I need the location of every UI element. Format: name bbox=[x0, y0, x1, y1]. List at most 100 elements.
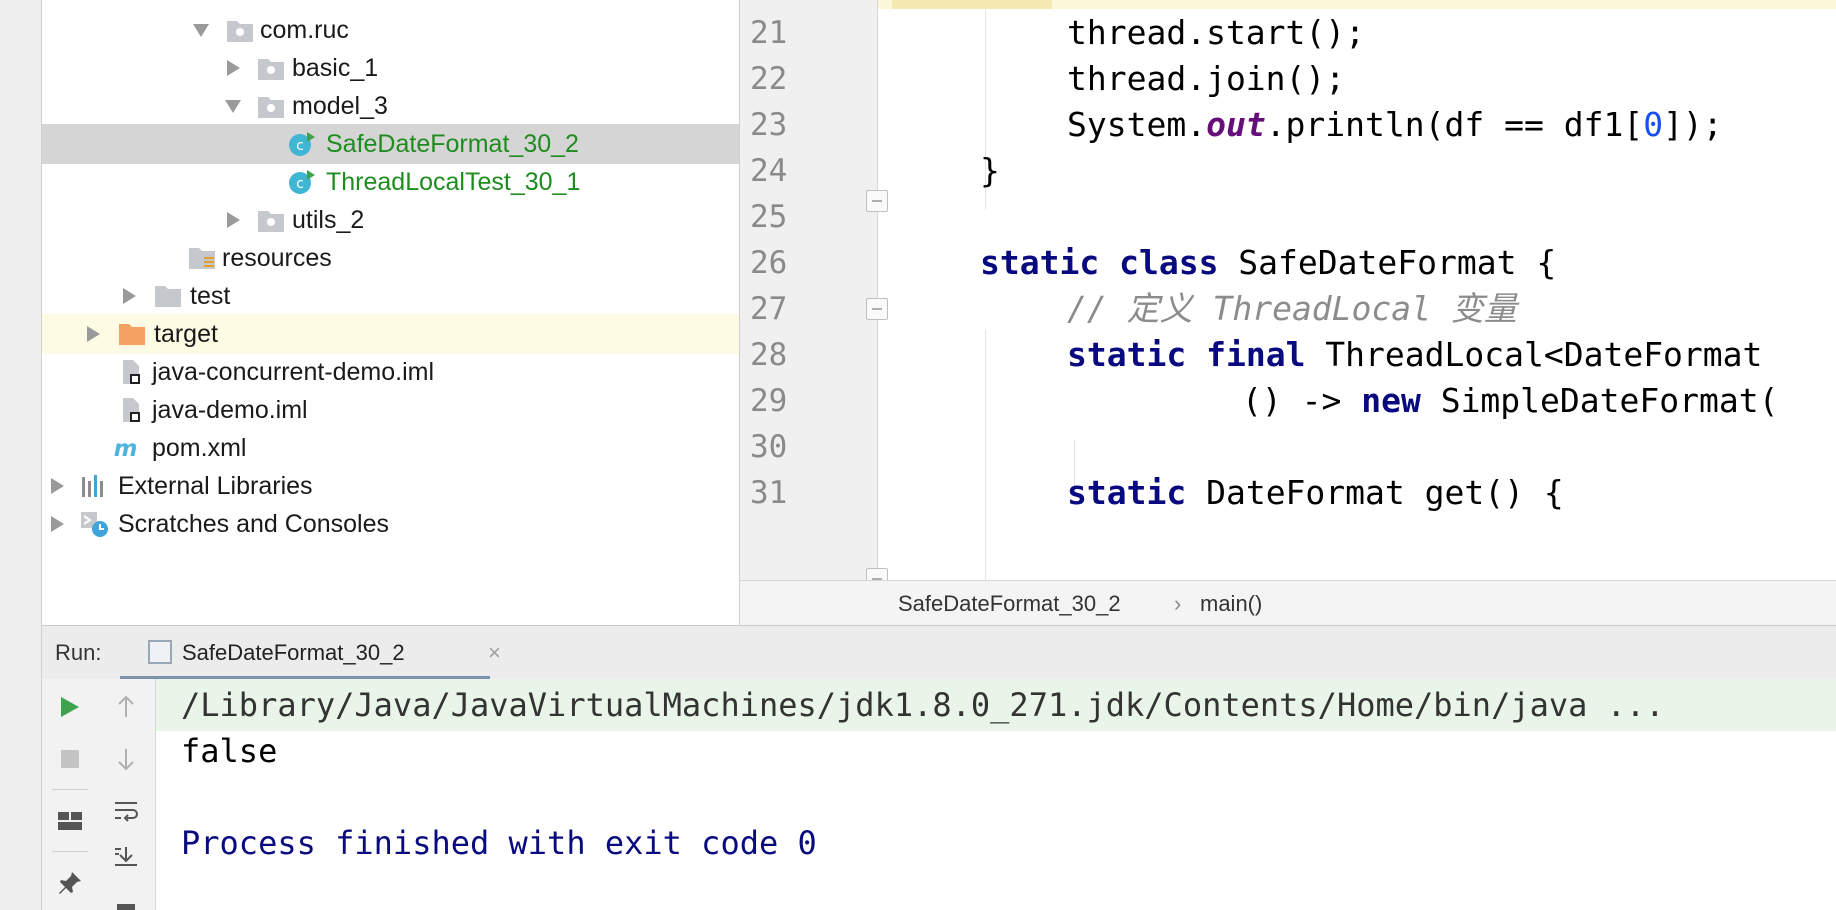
code-token: ]); bbox=[1663, 105, 1723, 144]
tree-item-label: Scratches and Consoles bbox=[118, 510, 389, 538]
code-token: System. bbox=[1067, 105, 1207, 144]
tree-item-label: java-demo.iml bbox=[152, 396, 308, 424]
console-output[interactable]: /Library/Java/JavaVirtualMachines/jdk1.8… bbox=[156, 679, 1836, 910]
scroll-up-button[interactable] bbox=[108, 689, 144, 725]
code-token: thread.join(); bbox=[1067, 59, 1346, 98]
tree-item-label: basic_1 bbox=[292, 54, 379, 82]
code-line: () -> new SimpleDateFormat( bbox=[1242, 374, 1778, 428]
stop-icon bbox=[61, 750, 79, 768]
code-editor[interactable]: 21 thread.start(); 22 thread.join(); 23 Syste… bbox=[739, 0, 1836, 580]
chevron-down-icon[interactable] bbox=[190, 10, 212, 50]
stop-button[interactable] bbox=[52, 741, 88, 777]
code-token: ThreadLocal<DateFormat bbox=[1305, 335, 1763, 374]
svg-text:m: m bbox=[114, 436, 138, 461]
play-icon bbox=[61, 697, 79, 717]
tree-item-target[interactable]: target bbox=[42, 314, 739, 354]
tree-item-external-libraries[interactable]: External Libraries bbox=[42, 466, 739, 506]
rerun-button[interactable] bbox=[52, 689, 88, 725]
breadcrumb: SafeDateFormat_30_2 › main() bbox=[739, 580, 1836, 625]
tree-item-com-ruc[interactable]: com.ruc bbox=[42, 10, 739, 50]
code-token: () -> bbox=[1242, 381, 1362, 420]
left-tool-stripe bbox=[0, 0, 42, 910]
print-button[interactable] bbox=[108, 887, 144, 910]
code-token: .println(df == df1[ bbox=[1265, 105, 1644, 144]
chevron-right-icon[interactable] bbox=[46, 504, 68, 544]
tree-item-label: com.ruc bbox=[260, 16, 349, 44]
chevron-right-icon[interactable] bbox=[46, 466, 68, 506]
tree-item-label: ThreadLocalTest_30_1 bbox=[326, 168, 581, 196]
line-number: 31 bbox=[750, 475, 788, 511]
folder-icon bbox=[155, 286, 181, 307]
chevron-right-icon[interactable] bbox=[82, 314, 104, 354]
tree-item-label: test bbox=[190, 282, 231, 310]
code-line: static DateFormat get() { bbox=[1067, 466, 1564, 520]
java-class-runnable-icon: c bbox=[289, 170, 315, 194]
excluded-folder-icon bbox=[119, 324, 145, 345]
chevron-right-icon[interactable] bbox=[222, 200, 244, 240]
code-line: System.out.println(df == df1[0]); bbox=[1067, 98, 1723, 152]
run-label: Run: bbox=[55, 640, 102, 665]
console-output-line: false bbox=[181, 732, 278, 770]
code-token: DateFormat get() { bbox=[1186, 473, 1564, 512]
code-token: class bbox=[1119, 243, 1219, 282]
code-token: static bbox=[1067, 473, 1187, 512]
chevron-right-icon[interactable] bbox=[118, 276, 140, 316]
code-token: } bbox=[980, 151, 1000, 190]
tree-item-label: java-concurrent-demo.iml bbox=[152, 358, 435, 386]
code-token: final bbox=[1206, 335, 1306, 374]
close-icon[interactable]: × bbox=[488, 626, 501, 680]
code-token: SimpleDateFormat( bbox=[1420, 381, 1779, 420]
scroll-to-end-button[interactable] bbox=[108, 839, 144, 875]
code-token: SafeDateFormat { bbox=[1218, 243, 1557, 282]
indent-guide bbox=[985, 330, 986, 580]
maven-icon: m bbox=[114, 436, 138, 461]
tree-item-label: resources bbox=[222, 244, 332, 272]
code-token: static bbox=[1067, 335, 1187, 374]
tree-item-test[interactable]: test bbox=[42, 276, 739, 316]
tree-item-iml-1[interactable]: java-concurrent-demo.iml bbox=[42, 352, 739, 392]
caret-highlight bbox=[892, 0, 1052, 9]
pin-icon bbox=[59, 872, 81, 894]
print-icon bbox=[117, 904, 135, 910]
scroll-down-button[interactable] bbox=[108, 741, 144, 777]
tree-item-resources[interactable]: resources bbox=[42, 238, 739, 278]
pin-button[interactable] bbox=[52, 865, 88, 901]
fold-marker[interactable] bbox=[866, 190, 888, 212]
tree-item-basic-1[interactable]: basic_1 bbox=[42, 48, 739, 88]
tree-item-model-3[interactable]: model_3 bbox=[42, 86, 739, 126]
run-tool-window: /Library/Java/JavaVirtualMachines/jdk1.8… bbox=[42, 679, 1836, 910]
breadcrumb-class[interactable]: SafeDateFormat_30_2 bbox=[898, 581, 1121, 626]
console-empty-line bbox=[156, 771, 1836, 823]
layout-button[interactable] bbox=[52, 803, 88, 839]
svg-text:c: c bbox=[296, 176, 304, 192]
chevron-right-icon[interactable] bbox=[222, 48, 244, 88]
run-tab[interactable]: SafeDateFormat_30_2 × bbox=[120, 626, 501, 680]
code-token: // 定义 ThreadLocal 变量 bbox=[1067, 289, 1517, 328]
breadcrumb-method[interactable]: main() bbox=[1200, 581, 1262, 626]
package-icon bbox=[258, 211, 284, 232]
code-line: } bbox=[980, 144, 1000, 198]
tree-item-utils-2[interactable]: utils_2 bbox=[42, 200, 739, 240]
soft-wrap-icon bbox=[115, 802, 138, 822]
scroll-to-end-icon bbox=[115, 847, 137, 866]
tree-item-label: SafeDateFormat_30_2 bbox=[326, 130, 579, 158]
tree-item-iml-2[interactable]: java-demo.iml bbox=[42, 390, 739, 430]
soft-wrap-button[interactable] bbox=[108, 793, 144, 829]
fold-marker[interactable] bbox=[866, 298, 888, 320]
code-token: 0 bbox=[1643, 105, 1664, 144]
tree-item-label: External Libraries bbox=[118, 472, 313, 500]
fold-marker[interactable] bbox=[866, 568, 888, 580]
tree-item-safedateformat[interactable]: c SafeDateFormat_30_2 bbox=[42, 124, 739, 164]
tree-item-scratches[interactable]: Scratches and Consoles bbox=[42, 504, 739, 544]
code-token: new bbox=[1361, 381, 1421, 420]
console-exit-line: Process finished with exit code 0 bbox=[181, 824, 817, 862]
package-icon bbox=[227, 21, 253, 42]
tree-item-pom[interactable]: m pom.xml bbox=[42, 428, 739, 468]
tree-item-threadlocaltest[interactable]: c ThreadLocalTest_30_1 bbox=[42, 162, 739, 202]
console-icon bbox=[148, 640, 172, 664]
package-icon bbox=[258, 97, 284, 118]
run-tool-window-header: Run: SafeDateFormat_30_2 × bbox=[42, 625, 1836, 680]
chevron-down-icon[interactable] bbox=[222, 86, 244, 126]
